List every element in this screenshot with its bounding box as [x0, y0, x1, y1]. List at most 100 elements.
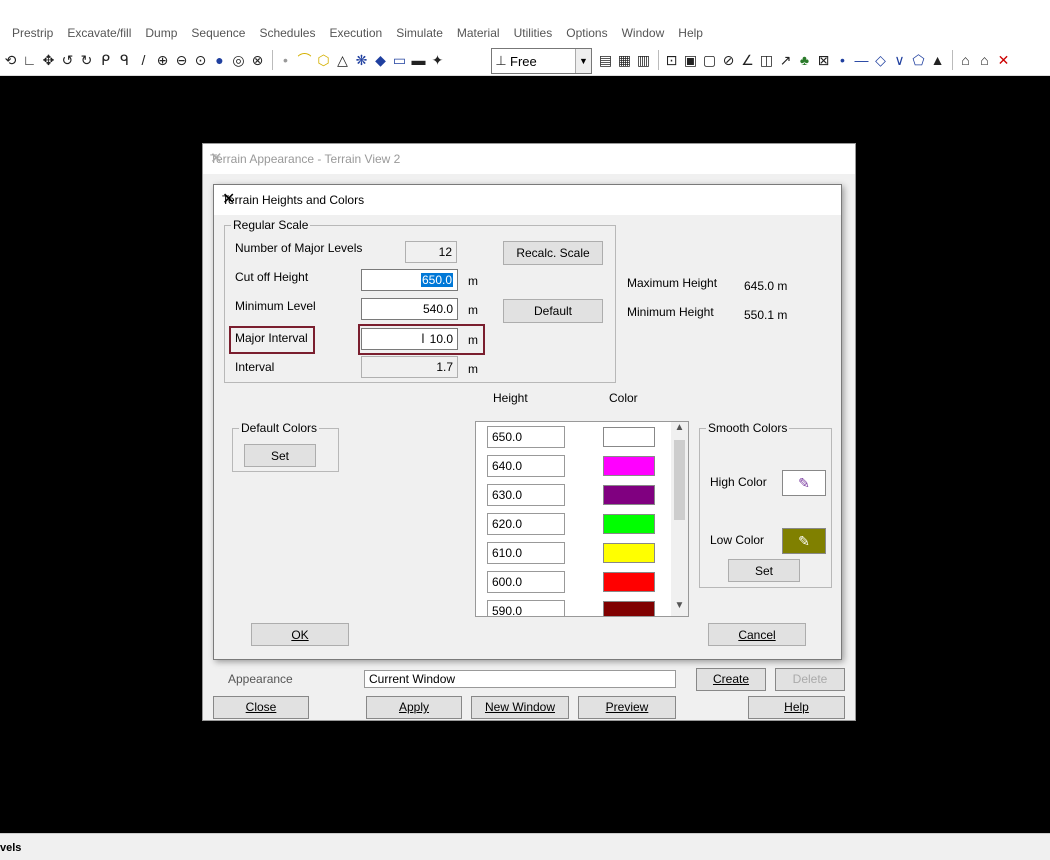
- cutoff-height-input[interactable]: 650.0: [361, 269, 458, 291]
- building-icon[interactable]: ⌂: [976, 51, 993, 69]
- scrollbar-thumb[interactable]: [674, 440, 685, 520]
- vline-icon[interactable]: ∨: [891, 51, 908, 69]
- diamond-outline-icon[interactable]: ◇: [872, 51, 889, 69]
- pan-icon[interactable]: ✦: [429, 51, 446, 69]
- menu-excavate-fill[interactable]: Excavate/fill: [67, 26, 131, 40]
- height-input[interactable]: 630.0: [487, 484, 565, 506]
- menu-utilities[interactable]: Utilities: [514, 26, 553, 40]
- menu-window[interactable]: Window: [622, 26, 665, 40]
- menu-simulate[interactable]: Simulate: [396, 26, 443, 40]
- high-color-button[interactable]: ✎: [782, 470, 826, 496]
- rotate-left-icon[interactable]: ↺: [59, 51, 76, 69]
- pentagon-icon[interactable]: ⬠: [910, 51, 927, 69]
- link-icon[interactable]: ⊘: [720, 51, 737, 69]
- menu-help[interactable]: Help: [678, 26, 703, 40]
- menu-schedules[interactable]: Schedules: [259, 26, 315, 40]
- surface-icon[interactable]: ▦: [616, 51, 633, 69]
- menu-sequence[interactable]: Sequence: [191, 26, 245, 40]
- major-interval-input[interactable]: 10.0: [361, 328, 458, 350]
- height-input[interactable]: 620.0: [487, 513, 565, 535]
- move-icon[interactable]: ✥: [40, 51, 57, 69]
- close-icon[interactable]: ✕: [995, 51, 1012, 69]
- height-input[interactable]: 650.0: [487, 426, 565, 448]
- cancel-button[interactable]: Cancel: [708, 623, 806, 646]
- color-swatch[interactable]: [603, 543, 655, 563]
- loop-icon[interactable]: ᑭ: [97, 51, 114, 69]
- chevron-down-icon[interactable]: ▼: [575, 49, 591, 73]
- close-icon[interactable]: ✕: [222, 189, 832, 209]
- toolbar-separator: [952, 50, 953, 70]
- corner-icon[interactable]: ∟: [21, 51, 38, 69]
- loop2-icon[interactable]: ᑫ: [116, 51, 133, 69]
- new-window-button[interactable]: New Window: [471, 696, 569, 719]
- appearance-select[interactable]: Current Window: [364, 670, 676, 688]
- house-icon[interactable]: ⌂: [957, 51, 974, 69]
- polyline-icon[interactable]: ⌒: [296, 51, 313, 69]
- view-mode-select[interactable]: ⊥ Free ▼: [491, 48, 592, 74]
- snowflake-icon[interactable]: ❋: [353, 51, 370, 69]
- angle-icon[interactable]: ∠: [739, 51, 756, 69]
- layers-icon[interactable]: ▤: [597, 51, 614, 69]
- ok-button[interactable]: OK: [251, 623, 349, 646]
- minimum-level-input[interactable]: 540.0: [361, 298, 458, 320]
- height-input[interactable]: 590.0: [487, 600, 565, 616]
- default-colors-set-button[interactable]: Set: [244, 444, 316, 467]
- menu-dump[interactable]: Dump: [145, 26, 177, 40]
- color-swatch[interactable]: [603, 427, 655, 447]
- select-icon[interactable]: ⟲: [2, 51, 19, 69]
- interval-unit: m: [468, 362, 478, 376]
- recalc-scale-button[interactable]: Recalc. Scale: [503, 241, 603, 265]
- menu-execution[interactable]: Execution: [329, 26, 382, 40]
- height-input[interactable]: 640.0: [487, 455, 565, 477]
- menu-material[interactable]: Material: [457, 26, 500, 40]
- close-icon[interactable]: ✕: [210, 149, 845, 167]
- color-swatch[interactable]: [603, 514, 655, 534]
- triangle-icon[interactable]: △: [334, 51, 351, 69]
- default-button[interactable]: Default: [503, 299, 603, 323]
- help-button[interactable]: Help: [748, 696, 845, 719]
- chevron-down-icon[interactable]: ▼: [671, 600, 688, 616]
- export-icon[interactable]: ⊠: [815, 51, 832, 69]
- rectangle-icon[interactable]: ▭: [391, 51, 408, 69]
- rotate-right-icon[interactable]: ↻: [78, 51, 95, 69]
- window-icon[interactable]: ◫: [758, 51, 775, 69]
- line-icon[interactable]: —: [853, 51, 870, 69]
- box-icon[interactable]: ▣: [682, 51, 699, 69]
- sphere-icon[interactable]: ●: [211, 51, 228, 69]
- diamond-icon[interactable]: ◆: [372, 51, 389, 69]
- height-input[interactable]: 600.0: [487, 571, 565, 593]
- arrow-icon[interactable]: ↗: [777, 51, 794, 69]
- profile-icon[interactable]: ▬: [410, 51, 427, 69]
- apply-button[interactable]: Apply: [366, 696, 462, 719]
- preview-button[interactable]: Preview: [578, 696, 676, 719]
- low-color-button[interactable]: ✎: [782, 528, 826, 554]
- smooth-colors-set-button[interactable]: Set: [728, 559, 800, 582]
- color-swatch[interactable]: [603, 572, 655, 592]
- polygon-icon[interactable]: ⬡: [315, 51, 332, 69]
- color-swatch[interactable]: [603, 601, 655, 616]
- text-cursor-icon: I: [421, 330, 425, 346]
- zoom-window-icon[interactable]: ⊙: [192, 51, 209, 69]
- blocks-icon[interactable]: ▥: [635, 51, 652, 69]
- pencil-icon[interactable]: /: [135, 51, 152, 69]
- zoom-out-icon[interactable]: ⊖: [173, 51, 190, 69]
- color-swatch[interactable]: [603, 485, 655, 505]
- color-swatch[interactable]: [603, 456, 655, 476]
- mountain-icon[interactable]: ▲: [929, 51, 946, 69]
- close-button[interactable]: Close: [213, 696, 309, 719]
- zoom-extents-icon[interactable]: ⊗: [249, 51, 266, 69]
- frame-icon[interactable]: ▢: [701, 51, 718, 69]
- height-input[interactable]: 610.0: [487, 542, 565, 564]
- zoom-in-icon[interactable]: ⊕: [154, 51, 171, 69]
- query-icon[interactable]: ⊡: [663, 51, 680, 69]
- chevron-up-icon[interactable]: ▲: [671, 422, 688, 438]
- target-icon[interactable]: ◎: [230, 51, 247, 69]
- height-color-list[interactable]: 650.0 640.0 630.0 620.0 610.0 600.0 590.…: [475, 421, 689, 617]
- menu-options[interactable]: Options: [566, 26, 607, 40]
- menu-prestrip[interactable]: Prestrip: [12, 26, 53, 40]
- create-button[interactable]: Create: [696, 668, 766, 691]
- dot-icon[interactable]: •: [834, 51, 851, 69]
- list-scrollbar[interactable]: ▲ ▼: [671, 422, 688, 616]
- tree-icon[interactable]: ♣: [796, 51, 813, 69]
- point-icon[interactable]: •: [277, 51, 294, 69]
